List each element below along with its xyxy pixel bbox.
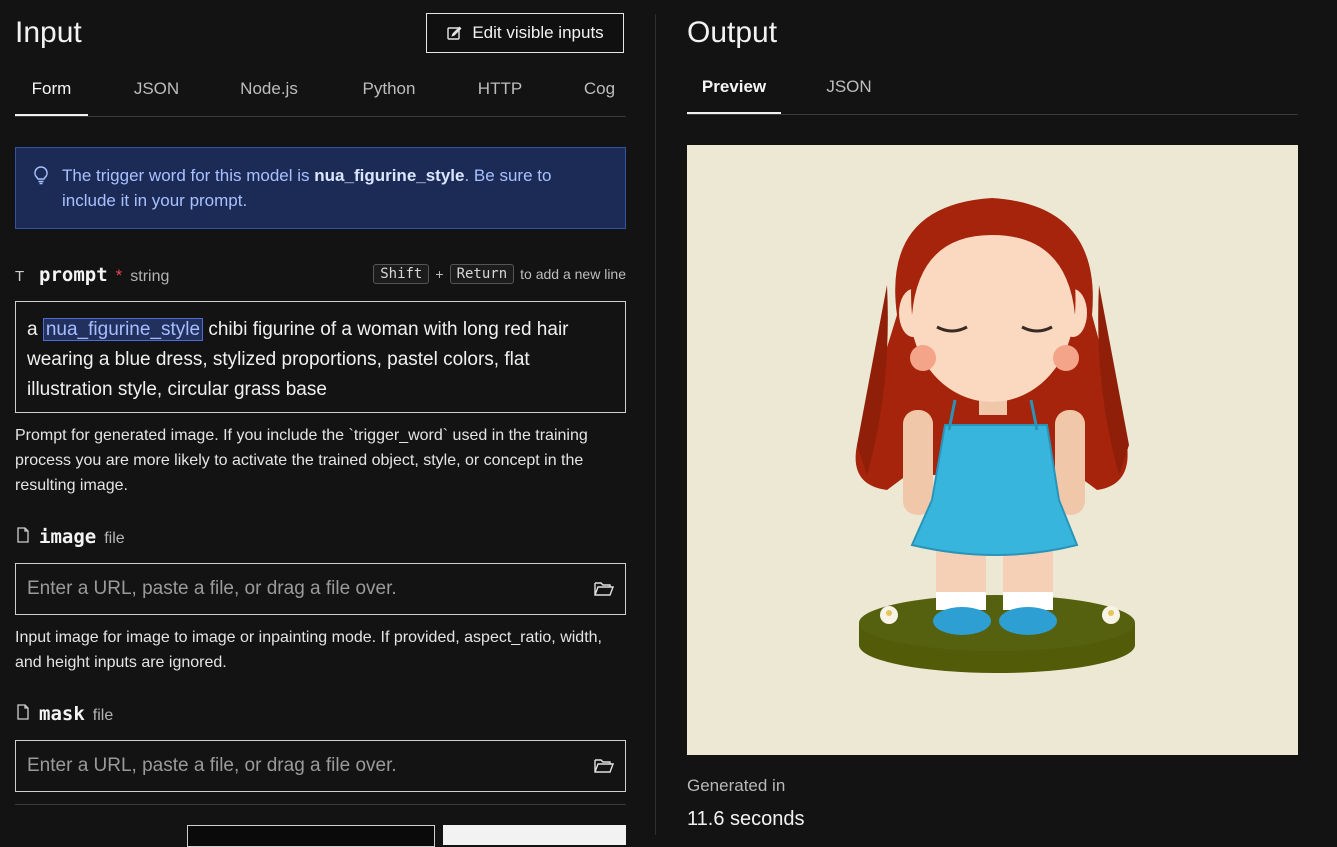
- mask-file-input[interactable]: Enter a URL, paste a file, or drag a fil…: [15, 740, 626, 792]
- hint-plus: +: [435, 266, 444, 282]
- tab-nodejs[interactable]: Node.js: [227, 66, 311, 116]
- prompt-textarea[interactable]: a nua_figurine_style chibi figurine of a…: [15, 301, 626, 413]
- hint-text: to add a new line: [520, 266, 626, 282]
- run-button[interactable]: [443, 825, 626, 845]
- prompt-value-prefix: a: [27, 319, 43, 340]
- mask-input-placeholder: Enter a URL, paste a file, or drag a fil…: [27, 755, 397, 776]
- file-icon: [17, 704, 29, 720]
- output-title: Output: [687, 16, 778, 49]
- text-type-icon: T: [15, 268, 25, 285]
- prompt-label: T prompt * string: [15, 264, 169, 286]
- tab-preview[interactable]: Preview: [687, 64, 781, 114]
- image-file-input[interactable]: Enter a URL, paste a file, or drag a fil…: [15, 563, 626, 615]
- callout-prefix: The trigger word for this model is: [62, 166, 315, 185]
- tab-cog[interactable]: Cog: [573, 66, 626, 116]
- image-field-type: file: [104, 530, 125, 547]
- newline-hint: Shift + Return to add a new line: [373, 264, 626, 284]
- image-input-placeholder: Enter a URL, paste a file, or drag a fil…: [27, 578, 397, 599]
- input-tabs: Form JSON Node.js Python HTTP Cog: [15, 66, 626, 117]
- edit-visible-inputs-button[interactable]: Edit visible inputs: [426, 13, 624, 53]
- shift-key: Shift: [373, 264, 430, 284]
- edit-visible-inputs-label: Edit visible inputs: [472, 23, 604, 42]
- image-description: Input image for image to image or inpain…: [15, 629, 602, 671]
- image-label: image file: [15, 526, 125, 548]
- prompt-field-type: string: [130, 268, 170, 285]
- input-title: Input: [15, 16, 82, 49]
- tab-output-json[interactable]: JSON: [815, 64, 883, 114]
- tab-form[interactable]: Form: [15, 66, 88, 116]
- panel-divider: [655, 14, 656, 835]
- prompt-trigger-word-highlight: nua_figurine_style: [42, 318, 204, 341]
- mask-field-name: mask: [39, 703, 85, 725]
- edit-icon: [447, 26, 462, 40]
- generated-figurine-image: [855, 198, 1135, 673]
- required-marker: *: [115, 266, 123, 285]
- output-image-preview[interactable]: [687, 145, 1298, 755]
- tab-http[interactable]: HTTP: [466, 66, 534, 116]
- reset-button[interactable]: [187, 825, 435, 847]
- mask-label: mask file: [15, 703, 113, 725]
- generated-in-value: 11.6 seconds: [687, 808, 805, 830]
- tab-json[interactable]: JSON: [119, 66, 194, 116]
- callout-trigger-word: nua_figurine_style: [314, 166, 465, 185]
- output-panel: Output Preview JSON Generated in 11.6 se…: [687, 0, 1298, 835]
- tab-python[interactable]: Python: [348, 66, 430, 116]
- trigger-word-callout: The trigger word for this model is nua_f…: [15, 147, 626, 229]
- image-field-name: image: [39, 526, 97, 548]
- output-tabs: Preview JSON: [687, 64, 1298, 115]
- mask-field-type: file: [92, 707, 114, 724]
- folder-open-icon[interactable]: [594, 758, 614, 774]
- input-panel: Input Edit visible inputs Form JSON Node…: [15, 0, 626, 847]
- lightbulb-icon: [34, 166, 48, 185]
- folder-open-icon[interactable]: [594, 581, 614, 597]
- divider: [15, 804, 626, 805]
- prompt-field-name: prompt: [39, 264, 108, 286]
- generated-in-label: Generated in: [687, 776, 786, 795]
- prompt-description: Prompt for generated image. If you inclu…: [15, 427, 588, 494]
- file-icon: [17, 527, 29, 543]
- return-key: Return: [449, 264, 515, 284]
